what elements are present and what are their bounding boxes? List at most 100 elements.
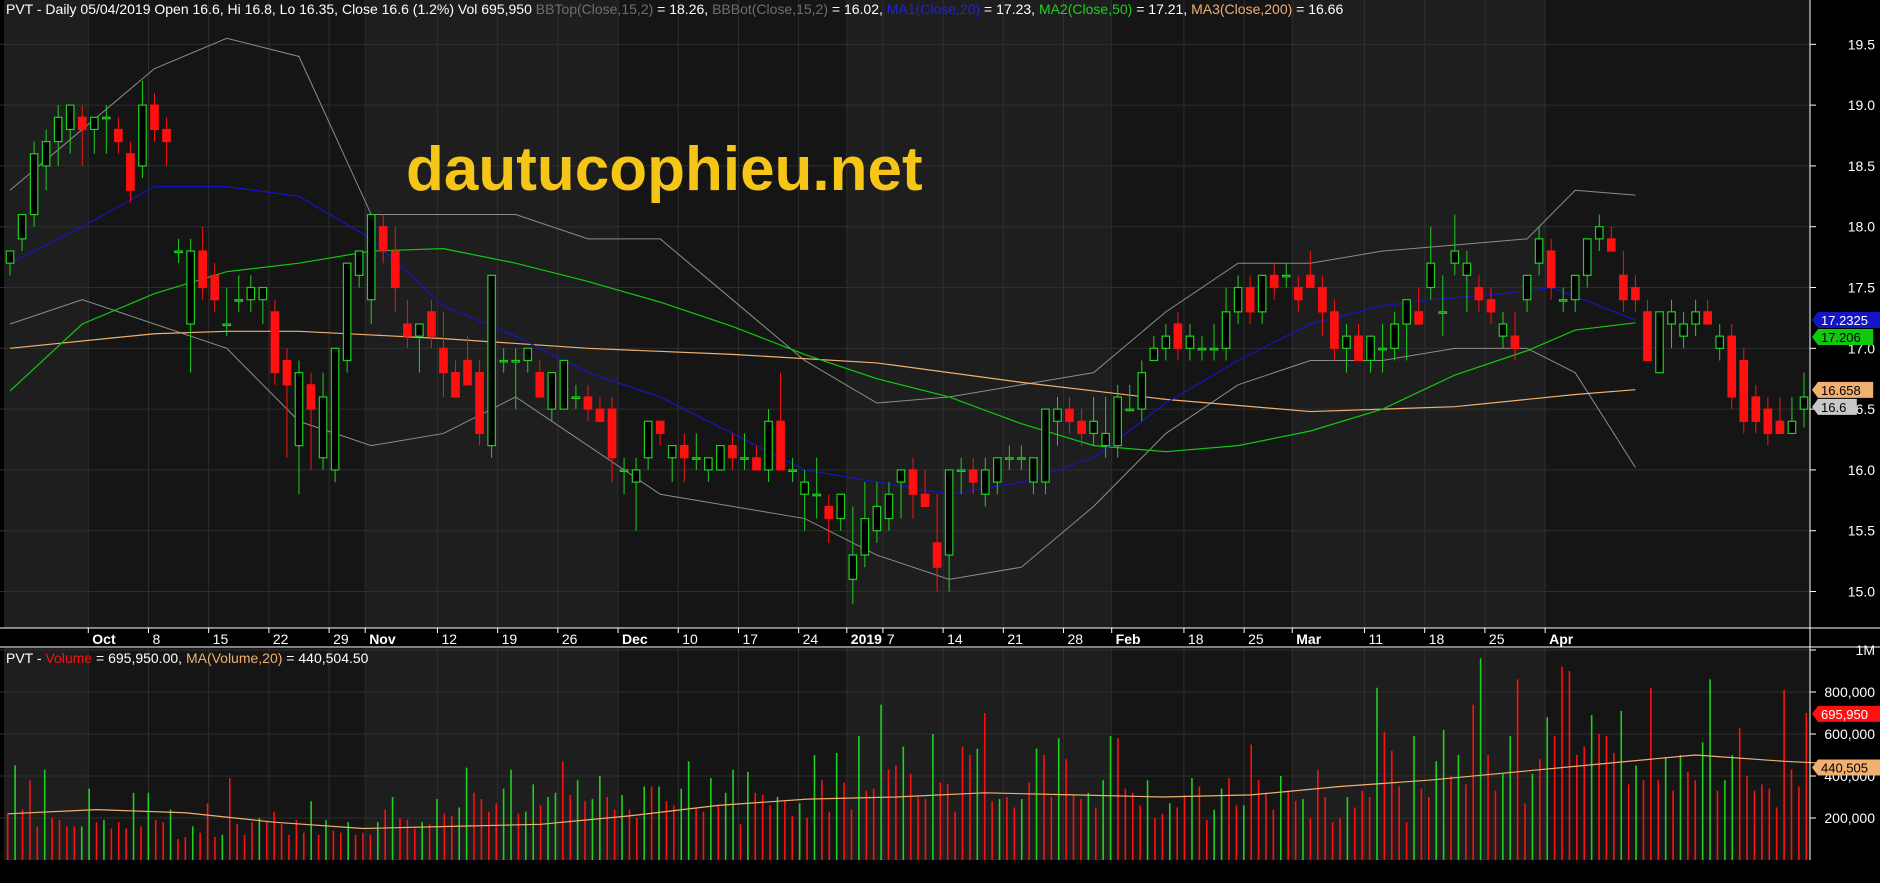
candle-body[interactable] xyxy=(643,420,653,459)
candle-body[interactable] xyxy=(5,250,15,264)
candle-body[interactable] xyxy=(1739,359,1749,422)
candle-body[interactable] xyxy=(342,262,352,362)
candle-body[interactable] xyxy=(968,469,978,483)
candle-body[interactable] xyxy=(1607,238,1616,252)
candle-body[interactable] xyxy=(1787,420,1797,435)
candle-body[interactable] xyxy=(390,250,400,289)
candle-body[interactable] xyxy=(1643,311,1652,362)
candle-body[interactable] xyxy=(1414,311,1424,325)
candle-body[interactable] xyxy=(535,372,545,398)
candle-body[interactable] xyxy=(583,396,593,410)
candle-body[interactable] xyxy=(1763,408,1773,435)
candle-body[interactable] xyxy=(258,286,268,301)
candle-body[interactable] xyxy=(1799,396,1809,410)
candle-body[interactable] xyxy=(980,469,990,495)
candle-body[interactable] xyxy=(439,347,448,374)
candle-body[interactable] xyxy=(1751,396,1761,422)
candle-body[interactable] xyxy=(427,311,436,337)
candle-body[interactable] xyxy=(1510,335,1520,349)
candle-body[interactable] xyxy=(198,250,207,289)
candle-body[interactable] xyxy=(415,323,424,337)
candle-body[interactable] xyxy=(631,469,641,483)
candle-body[interactable] xyxy=(932,542,942,568)
candle-body[interactable] xyxy=(559,359,569,410)
candle-body[interactable] xyxy=(1041,408,1050,483)
candle-body[interactable] xyxy=(884,493,894,520)
candle-body[interactable] xyxy=(366,213,376,301)
candle-body[interactable] xyxy=(29,153,39,216)
candle-body[interactable] xyxy=(282,359,292,386)
candle-body[interactable] xyxy=(1149,347,1159,362)
candle-body[interactable] xyxy=(691,457,701,460)
candle-body[interactable] xyxy=(812,493,822,497)
candle-body[interactable] xyxy=(330,347,340,471)
candle-body[interactable] xyxy=(1486,299,1496,313)
candle-body[interactable] xyxy=(1233,286,1243,313)
candle-body[interactable] xyxy=(992,457,1002,483)
candle-body[interactable] xyxy=(872,505,882,532)
candle-body[interactable] xyxy=(294,372,304,447)
candle-body[interactable] xyxy=(1101,432,1110,447)
candle-body[interactable] xyxy=(1679,323,1688,337)
candle-body[interactable] xyxy=(246,286,256,301)
candle-body[interactable] xyxy=(896,469,906,483)
candle-body[interactable] xyxy=(595,408,605,422)
candle-body[interactable] xyxy=(1269,274,1279,289)
candle-body[interactable] xyxy=(53,116,63,143)
candle-body[interactable] xyxy=(1631,286,1640,301)
candle-body[interactable] xyxy=(908,469,918,495)
candle-body[interactable] xyxy=(1342,335,1351,349)
candle-body[interactable] xyxy=(848,554,858,580)
candle-body[interactable] xyxy=(1450,250,1460,264)
candle-body[interactable] xyxy=(1137,372,1147,410)
candle-body[interactable] xyxy=(77,116,87,131)
candle-body[interactable] xyxy=(1715,335,1725,349)
candle-body[interactable] xyxy=(403,323,412,337)
candle-body[interactable] xyxy=(1029,457,1038,483)
candle-body[interactable] xyxy=(1257,274,1267,313)
candle-body[interactable] xyxy=(1378,347,1387,351)
candle-body[interactable] xyxy=(788,469,797,473)
candle-body[interactable] xyxy=(126,153,135,191)
candle-body[interactable] xyxy=(1546,250,1556,289)
candle-body[interactable] xyxy=(1402,299,1411,325)
stock-chart[interactable]: 15.015.516.016.517.017.518.018.519.019.5… xyxy=(0,0,1880,878)
candle-body[interactable] xyxy=(222,323,232,327)
candle-body[interactable] xyxy=(716,445,725,471)
candle-body[interactable] xyxy=(764,420,773,471)
candle-body[interactable] xyxy=(1113,396,1123,447)
candle-body[interactable] xyxy=(41,141,51,167)
candle-body[interactable] xyxy=(944,469,954,556)
candle-body[interactable] xyxy=(1558,299,1568,302)
candle-body[interactable] xyxy=(836,493,846,520)
candle-body[interactable] xyxy=(1691,311,1700,325)
candle-body[interactable] xyxy=(1667,311,1676,325)
candle-body[interactable] xyxy=(354,250,364,276)
candle-body[interactable] xyxy=(800,481,809,495)
candle-body[interactable] xyxy=(318,396,328,459)
candle-body[interactable] xyxy=(1775,420,1785,435)
candle-body[interactable] xyxy=(1089,420,1098,435)
candle-body[interactable] xyxy=(1390,323,1399,349)
candle-body[interactable] xyxy=(1438,311,1448,314)
candle-body[interactable] xyxy=(1426,262,1436,289)
candle-body[interactable] xyxy=(234,299,244,302)
candle-body[interactable] xyxy=(704,457,713,471)
candle-body[interactable] xyxy=(463,359,472,386)
candle-body[interactable] xyxy=(150,104,159,131)
candle-body[interactable] xyxy=(1221,311,1231,349)
candle-body[interactable] xyxy=(1582,238,1592,276)
candle-body[interactable] xyxy=(138,104,147,167)
candle-body[interactable] xyxy=(1197,347,1207,351)
candle-body[interactable] xyxy=(1474,286,1484,301)
candle-body[interactable] xyxy=(1281,274,1291,278)
candle-body[interactable] xyxy=(270,311,280,374)
candle-body[interactable] xyxy=(956,469,966,473)
candle-body[interactable] xyxy=(571,396,581,400)
candle-body[interactable] xyxy=(1306,274,1315,289)
candle-body[interactable] xyxy=(607,408,617,459)
candle-body[interactable] xyxy=(114,128,123,143)
candle-body[interactable] xyxy=(1594,226,1604,240)
candle-body[interactable] xyxy=(210,274,220,301)
candle-body[interactable] xyxy=(186,250,195,325)
